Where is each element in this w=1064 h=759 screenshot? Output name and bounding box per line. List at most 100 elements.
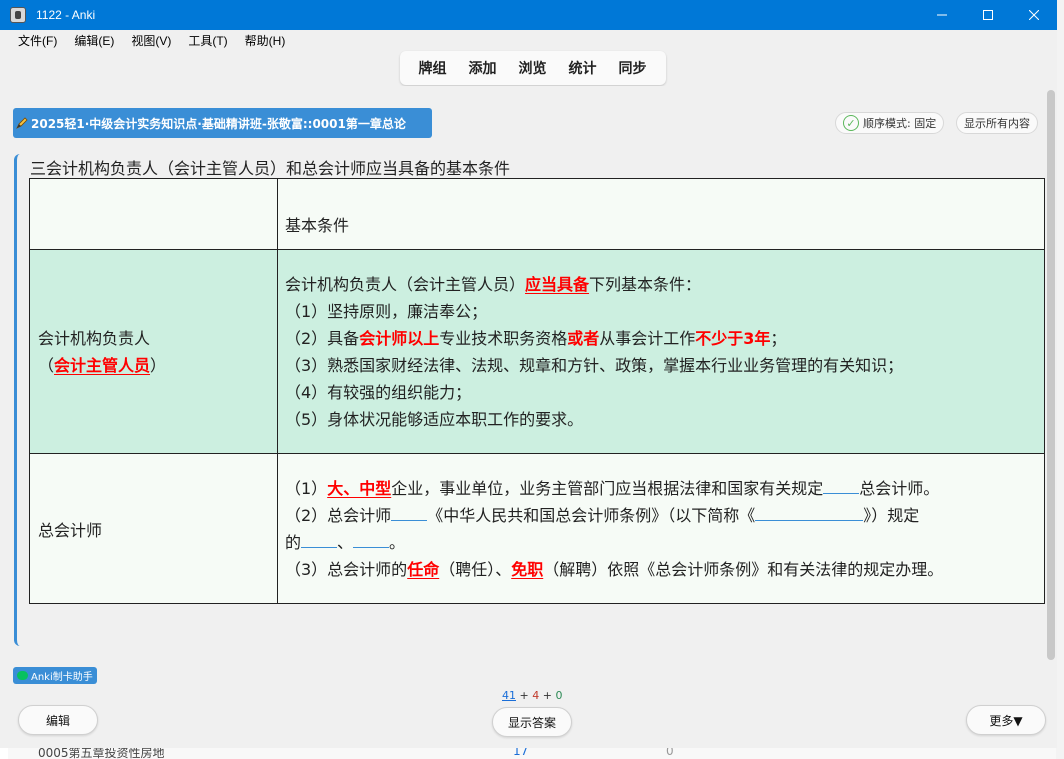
anki-window: 1122 - Anki 文件(F) 编辑(E) 视图(V) 工具(T) 帮助(H…	[0, 0, 1057, 748]
row-label-line: ​（会计主管人员）	[38, 352, 277, 379]
emphasis-text: 不少于3年	[695, 328, 771, 348]
reviewer-area: 2025轻1·中级会计实务知识点·基础精讲班-张敬富::0001第一章总论 ✓ …	[8, 86, 1057, 686]
background-count: 0	[666, 748, 674, 758]
table-header-cell: 基本条件	[277, 178, 1045, 250]
pencil-icon	[16, 117, 28, 129]
text-fragment: 从事会计工作	[599, 328, 696, 348]
table-cell-empty	[29, 178, 278, 250]
toolbar-sync[interactable]: 同步	[608, 54, 658, 82]
title-bar: 1122 - Anki	[0, 0, 1057, 30]
menu-view[interactable]: 视图(V)	[121, 32, 178, 49]
toolbar-decks[interactable]: 牌组	[408, 54, 458, 82]
emphasis-text: 会计主管人员	[54, 355, 151, 375]
wechat-icon	[17, 671, 28, 680]
content-line: 会计机构负责人（会计主管人员）应当具备下列基本条件：	[285, 271, 1044, 298]
cloze-blank[interactable]	[301, 534, 338, 548]
emphasis-text: 免职	[511, 559, 544, 579]
menu-file[interactable]: 文件(F)	[8, 32, 64, 49]
emphasis-text: 大、中型	[327, 478, 392, 498]
window-title: 1122 - Anki	[36, 8, 96, 22]
scrollbar-thumb[interactable]	[1047, 90, 1055, 660]
content-line: （1）大、中型企业，事业单位，业务主管部门应当根据法律和国家有关规定 总会计师。	[285, 475, 1044, 502]
text-fragment: （	[38, 355, 55, 375]
background-count: 17	[513, 748, 529, 758]
text-fragment: 下列基本条件：	[589, 274, 702, 294]
content-line: （3）熟悉国家财经法律、法规、规章和方针、政策，掌握本行业业务管理的有关知识；	[285, 355, 904, 375]
row-label-chief-accountant: 总会计师	[29, 453, 278, 604]
more-button[interactable]: 更多▼	[966, 705, 1046, 735]
bottom-bar: 41 + 4 + 0 编辑 显示答案 更多▼	[8, 686, 1057, 748]
emphasis-text: 会计师以上	[359, 328, 440, 348]
menu-bar: 文件(F) 编辑(E) 视图(V) 工具(T) 帮助(H)	[8, 30, 1057, 50]
content-line: （1）坚持原则，廉洁奉公；	[285, 301, 488, 321]
text-fragment: 总会计师。	[859, 478, 940, 498]
cloze-blank[interactable]	[823, 480, 860, 494]
toolbar-group: 牌组 添加 浏览 统计 同步	[399, 51, 666, 85]
text-fragment: 的	[285, 532, 302, 552]
card-heading: 三会计机构负责人（会计主管人员）和总会计师应当具备的基本条件	[30, 159, 511, 178]
emphasis-text: 或者	[567, 328, 600, 348]
text-fragment: 企业，事业单位，业务主管部门应当根据法律和国家有关规定	[391, 478, 824, 498]
maximize-button[interactable]	[965, 0, 1011, 30]
text-fragment: 》）规定	[863, 505, 920, 525]
emphasis-text: 应当具备	[525, 274, 590, 294]
content-line: （2）具备会计师以上专业技术职务资格或者从事会计工作不少于3年；	[285, 325, 1044, 352]
maximize-icon	[983, 10, 993, 20]
deck-name-badge[interactable]: 2025轻1·中级会计实务知识点·基础精讲班-张敬富::0001第一章总论	[13, 108, 432, 138]
table-row: 会计机构负责人 ​（会计主管人员） 会计机构负责人（会计主管人员）应当具备下列基…	[29, 249, 1045, 454]
learn-count: 4	[532, 689, 540, 702]
text-fragment: ；	[770, 328, 787, 348]
content-line: （4）有较强的组织能力；	[285, 382, 472, 402]
text-fragment: （1）	[285, 478, 328, 498]
text-fragment: （聘任）、	[439, 559, 512, 579]
cloze-blank[interactable]	[755, 507, 864, 521]
emphasis-text: 任命	[407, 559, 440, 579]
check-circle-icon: ✓	[843, 115, 859, 131]
anki-app-icon	[10, 7, 26, 23]
card-content: 三会计机构负责人（会计主管人员）和总会计师应当具备的基本条件 基本条件 会计机构…	[14, 154, 1045, 646]
row-label-accounting-head: 会计机构负责人 ​（会计主管人员）	[29, 249, 278, 454]
show-answer-button[interactable]: 显示答案	[492, 707, 572, 737]
table-row: 总会计师 （1）大、中型企业，事业单位，业务主管部门应当根据法律和国家有关规定 总…	[29, 453, 1045, 604]
show-all-label: 显示所有内容	[964, 117, 1030, 130]
edit-button[interactable]: 编辑	[18, 705, 98, 735]
vertical-scrollbar[interactable]	[1045, 86, 1057, 666]
menu-edit[interactable]: 编辑(E)	[64, 32, 121, 49]
cloze-blank[interactable]	[353, 534, 390, 548]
count-separator: +	[542, 689, 552, 702]
content-line: （5）身体状况能够适应本职工作的要求。	[285, 409, 584, 429]
toolbar-stats[interactable]: 统计	[558, 54, 608, 82]
table-row: 基本条件	[29, 178, 1045, 250]
close-icon	[1029, 10, 1039, 20]
content-line: （2）总会计师 《中华人民共和国总会计师条例》（以下简称《 》）规定	[285, 502, 1044, 529]
close-button[interactable]	[1011, 0, 1057, 30]
count-separator: +	[519, 689, 529, 702]
conditions-table: 基本条件 会计机构负责人 ​（会计主管人员） 会计机构负责人（会计主管人员）应当…	[29, 178, 1045, 604]
text-fragment: 、	[337, 532, 354, 552]
background-deck-name: 0005第五章投资性房地	[38, 748, 165, 759]
text-fragment: 《中华人民共和国总会计师条例》（以下简称《	[427, 505, 756, 525]
order-mode-pill[interactable]: ✓ 顺序模式: 固定	[835, 112, 945, 134]
minimize-icon	[937, 14, 947, 16]
new-count[interactable]: 41	[502, 689, 516, 702]
text-fragment: 专业技术职务资格	[439, 328, 568, 348]
menu-tools[interactable]: 工具(T)	[178, 32, 234, 49]
anki-helper-badge[interactable]: Anki制卡助手	[13, 667, 97, 684]
toolbar-browse[interactable]: 浏览	[508, 54, 558, 82]
text-fragment: （2）总会计师	[285, 505, 392, 525]
cloze-blank[interactable]	[391, 507, 428, 521]
background-deck-row: 0005第五章投资性房地 17 0	[8, 748, 1056, 759]
due-counts: 41 + 4 + 0	[502, 689, 562, 702]
row-content-chief-accountant: （1）大、中型企业，事业单位，业务主管部门应当根据法律和国家有关规定 总会计师。 …	[277, 453, 1045, 604]
content-line: （3）总会计师的任命（聘任）、免职（解聘）依照《总会计师条例》和有关法律的规定办…	[285, 556, 1044, 583]
show-all-content-button[interactable]: 显示所有内容	[956, 112, 1038, 134]
menu-help[interactable]: 帮助(H)	[235, 32, 293, 49]
minimize-button[interactable]	[919, 0, 965, 30]
text-fragment: ）	[150, 355, 167, 375]
window-controls	[919, 0, 1057, 30]
text-fragment: 。	[389, 532, 406, 552]
toolbar-add[interactable]: 添加	[458, 54, 508, 82]
text-fragment: （2）具备	[285, 328, 360, 348]
row-label-line: 会计机构负责人	[38, 328, 151, 348]
text-fragment: （解聘）依照《总会计师条例》和有关法律的规定办理。	[543, 559, 944, 579]
